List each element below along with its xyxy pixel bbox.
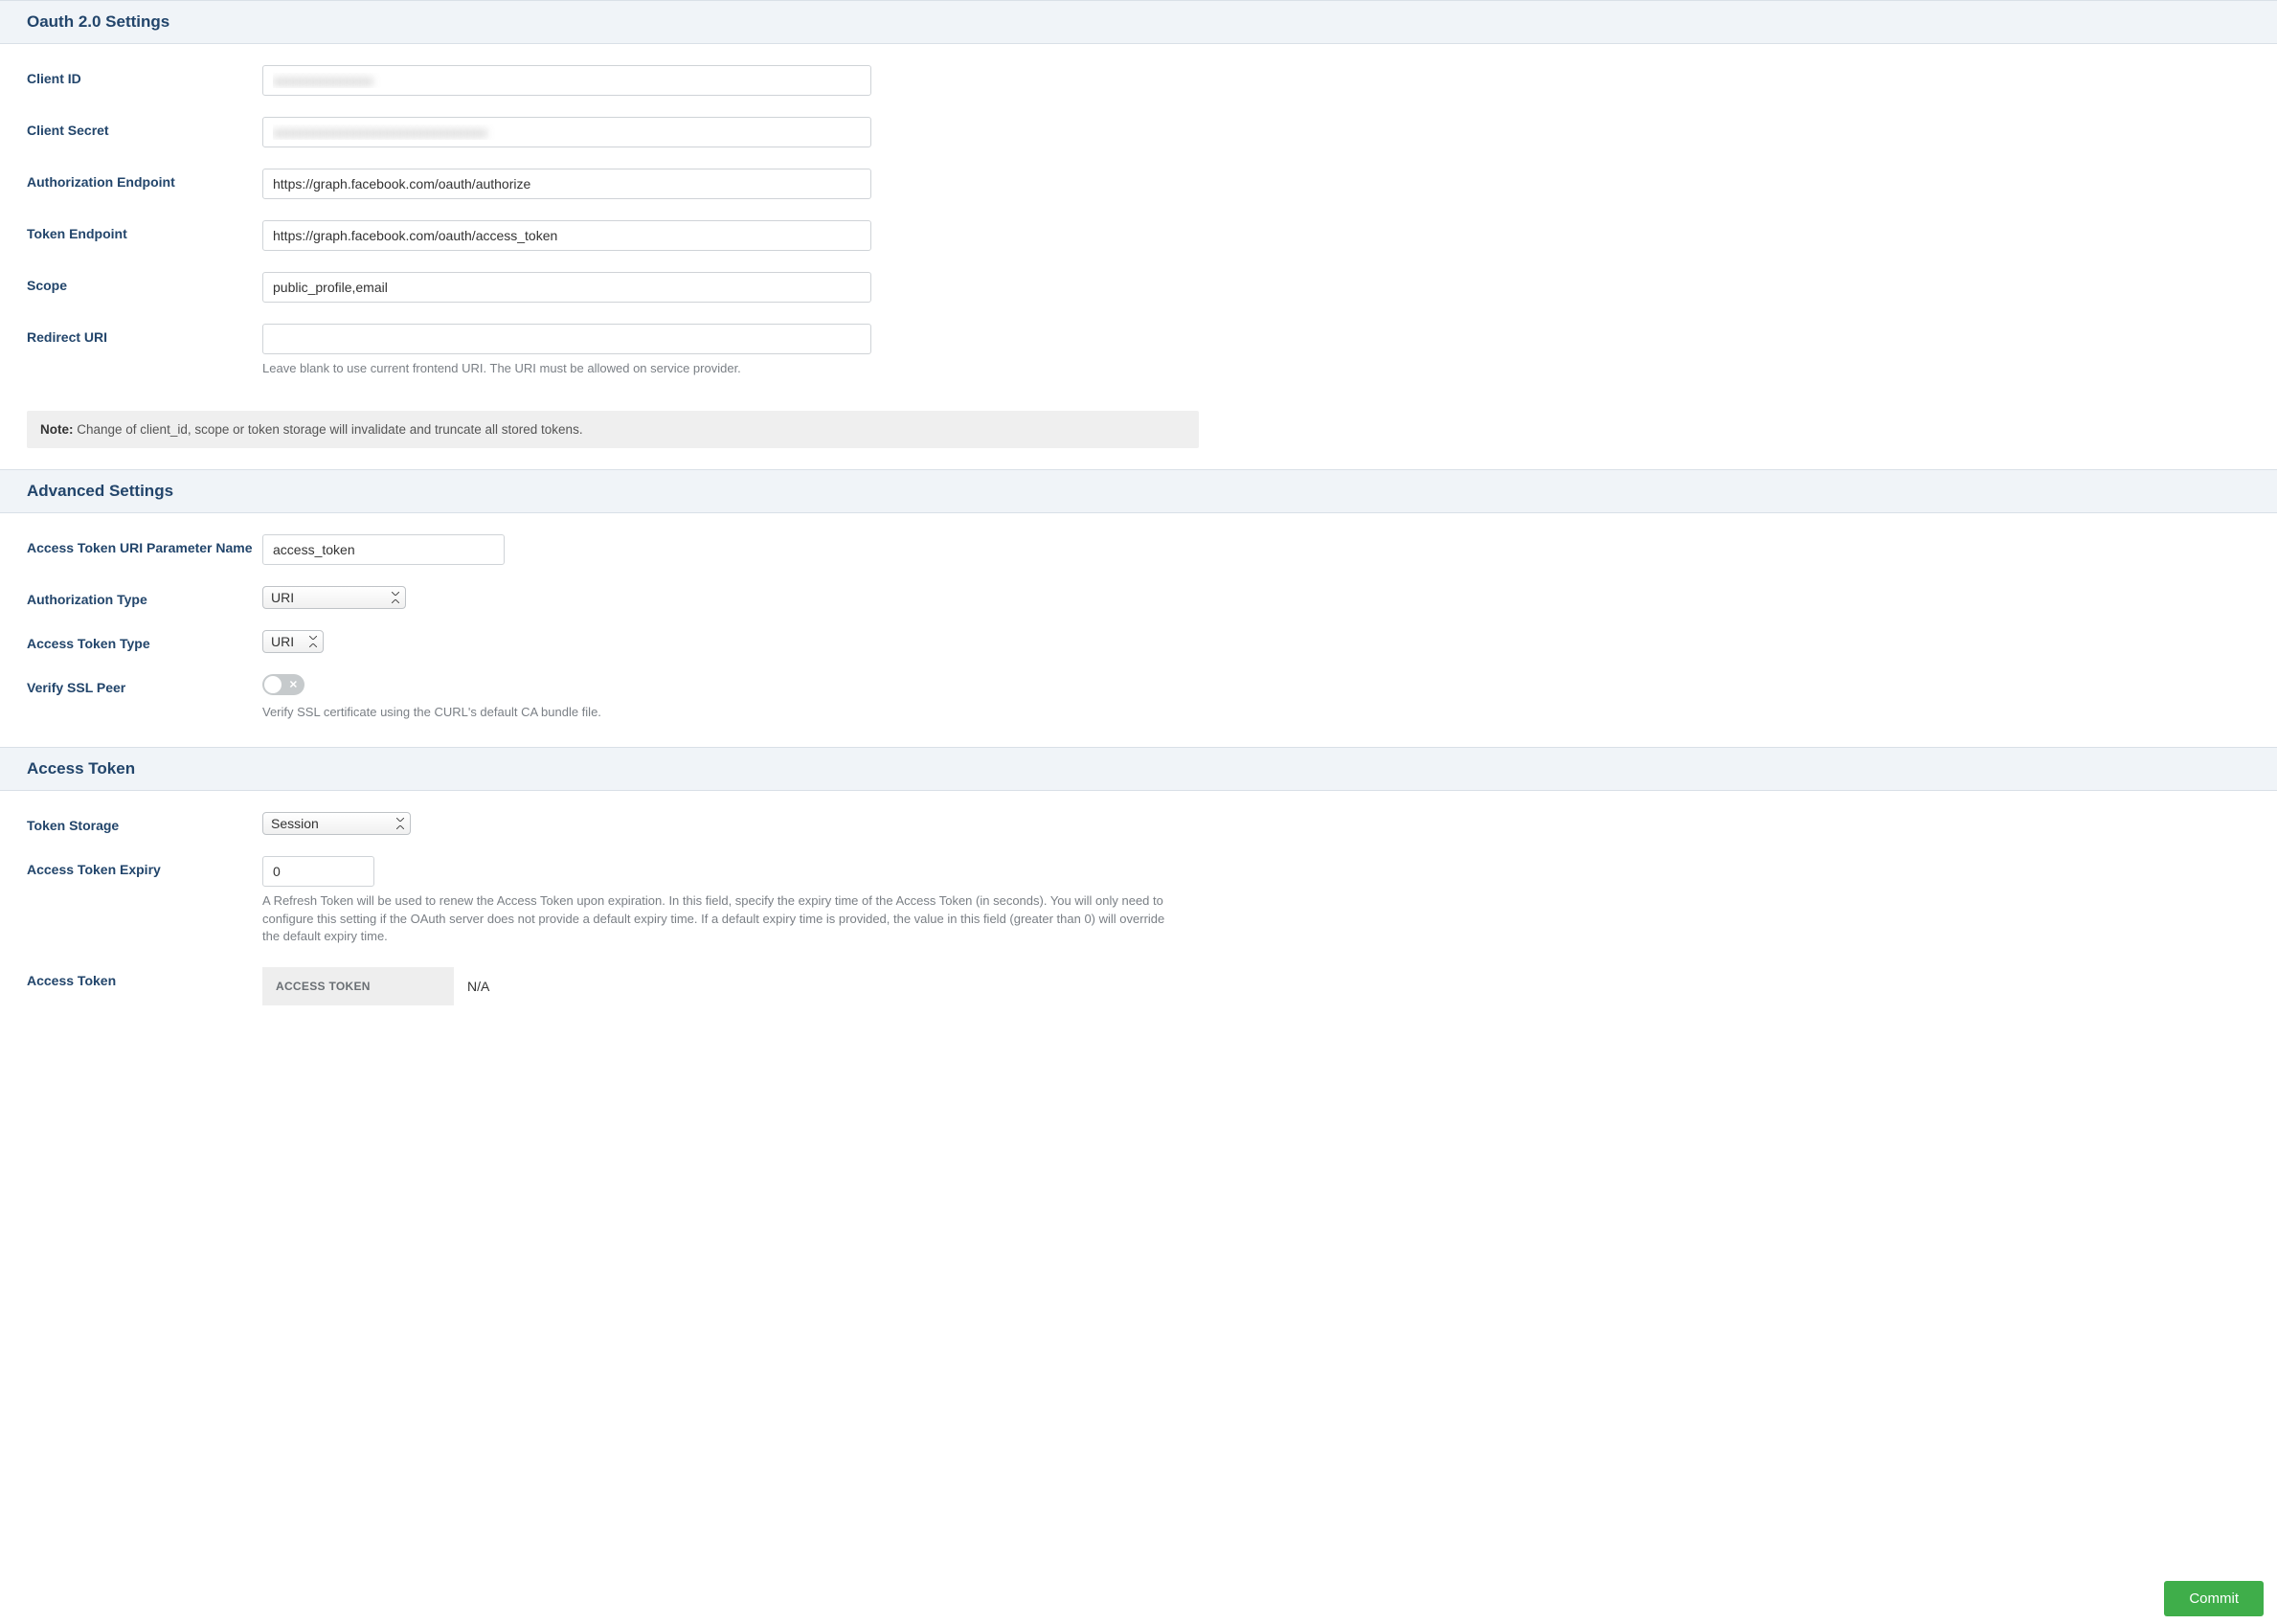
client-id-row: Client ID: [27, 65, 2250, 96]
access-token-section-body: Token Storage Session Access Token Expir…: [0, 791, 2277, 1031]
token-endpoint-input[interactable]: [262, 220, 871, 251]
access-token-type-row: Access Token Type URI: [27, 630, 2250, 653]
oauth-note: Note: Change of client_id, scope or toke…: [27, 411, 1199, 448]
client-secret-label: Client Secret: [27, 117, 262, 138]
oauth-note-text: Change of client_id, scope or token stor…: [74, 422, 583, 437]
scope-row: Scope: [27, 272, 2250, 303]
client-secret-row: Client Secret: [27, 117, 2250, 147]
commit-button[interactable]: Commit: [2164, 1581, 2264, 1616]
oauth-section-body: Client ID Client Secret Authorization En…: [0, 44, 2277, 403]
oauth-section-header: Oauth 2.0 Settings: [0, 0, 2277, 44]
access-token-section-header: Access Token: [0, 747, 2277, 791]
scope-input[interactable]: [262, 272, 871, 303]
authorization-type-label: Authorization Type: [27, 586, 262, 607]
access-token-display-row: Access Token ACCESS TOKEN N/A: [27, 967, 2250, 1005]
token-endpoint-label: Token Endpoint: [27, 220, 262, 241]
table-row: ACCESS TOKEN N/A: [262, 967, 1182, 1005]
advanced-section-title: Advanced Settings: [27, 482, 2250, 501]
redirect-uri-help: Leave blank to use current frontend URI.…: [262, 360, 1182, 378]
access-token-expiry-input[interactable]: [262, 856, 374, 887]
authorization-type-select[interactable]: URI: [262, 586, 406, 609]
access-token-section-title: Access Token: [27, 759, 2250, 778]
authorization-type-row: Authorization Type URI: [27, 586, 2250, 609]
token-endpoint-row: Token Endpoint: [27, 220, 2250, 251]
access-token-uri-param-row: Access Token URI Parameter Name: [27, 534, 2250, 565]
token-storage-select[interactable]: Session: [262, 812, 411, 835]
advanced-section-body: Access Token URI Parameter Name Authoriz…: [0, 513, 2277, 747]
token-storage-label: Token Storage: [27, 812, 262, 833]
token-storage-row: Token Storage Session: [27, 812, 2250, 835]
verify-ssl-peer-help: Verify SSL certificate using the CURL's …: [262, 704, 1182, 722]
access-token-type-label: Access Token Type: [27, 630, 262, 651]
access-token-uri-param-label: Access Token URI Parameter Name: [27, 534, 262, 555]
access-token-table: ACCESS TOKEN N/A: [262, 967, 1182, 1005]
access-token-expiry-row: Access Token Expiry A Refresh Token will…: [27, 856, 2250, 947]
client-id-label: Client ID: [27, 65, 262, 86]
client-secret-input[interactable]: [262, 117, 871, 147]
authorization-endpoint-input[interactable]: [262, 169, 871, 199]
advanced-section-header: Advanced Settings: [0, 469, 2277, 513]
access-token-type-select[interactable]: URI: [262, 630, 324, 653]
close-icon: ✕: [289, 678, 298, 690]
oauth-note-label: Note:: [40, 422, 74, 437]
access-token-expiry-label: Access Token Expiry: [27, 856, 262, 877]
oauth-section-title: Oauth 2.0 Settings: [27, 12, 2250, 32]
verify-ssl-peer-label: Verify SSL Peer: [27, 674, 262, 695]
access-token-value: N/A: [454, 967, 1182, 1005]
redirect-uri-input[interactable]: [262, 324, 871, 354]
toggle-knob: [264, 676, 282, 693]
redirect-uri-row: Redirect URI Leave blank to use current …: [27, 324, 2250, 378]
verify-ssl-peer-row: Verify SSL Peer ✕ Verify SSL certificate…: [27, 674, 2250, 722]
access-token-expiry-help: A Refresh Token will be used to renew th…: [262, 892, 1182, 947]
redirect-uri-label: Redirect URI: [27, 324, 262, 345]
client-id-input[interactable]: [262, 65, 871, 96]
authorization-endpoint-row: Authorization Endpoint: [27, 169, 2250, 199]
scope-label: Scope: [27, 272, 262, 293]
verify-ssl-peer-toggle[interactable]: ✕: [262, 674, 304, 695]
access-token-header: ACCESS TOKEN: [262, 967, 454, 1005]
access-token-display-label: Access Token: [27, 967, 262, 988]
authorization-endpoint-label: Authorization Endpoint: [27, 169, 262, 190]
access-token-uri-param-input[interactable]: [262, 534, 505, 565]
